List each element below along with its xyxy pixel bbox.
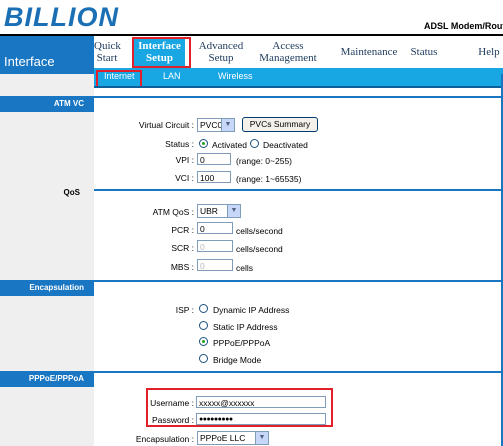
isp-bridge-label: Bridge Mode (213, 355, 262, 365)
nav-status[interactable]: Status (408, 46, 440, 58)
atm-qos-value: UBR (200, 206, 218, 216)
nav-label: Help (478, 46, 500, 58)
nav-label: Start (96, 52, 118, 64)
isp-pppoe-radio[interactable] (199, 337, 208, 346)
section-divider (94, 96, 503, 98)
mbs-unit: cells (236, 263, 254, 273)
isp-static-ip-label: Static IP Address (213, 322, 278, 332)
encapsulation-select[interactable]: PPPoE LLC ▼ (197, 431, 269, 445)
isp-pppoe-label: PPPoE/PPPoA (213, 338, 271, 348)
nav-label: Setup (208, 52, 234, 64)
encapsulation-value: PPPoE LLC (200, 433, 246, 443)
nav-help[interactable]: Help (477, 46, 501, 58)
nav-section-title: Interface (0, 36, 94, 74)
scr-input[interactable]: 0 (197, 240, 233, 252)
mbs-label: MBS : (170, 262, 194, 272)
virtual-circuit-label: Virtual Circuit : (138, 120, 194, 130)
section-divider (94, 189, 503, 191)
mbs-input[interactable]: 0 (197, 259, 233, 271)
status-activated-label: Activated (212, 140, 247, 150)
sidebar-encapsulation: Encapsulation (0, 280, 94, 296)
nav-maintenance[interactable]: Maintenance (336, 46, 402, 58)
virtual-circuit-select[interactable]: PVC0 ▼ (197, 118, 235, 132)
isp-label: ISP : (175, 305, 194, 315)
nav-label: Maintenance (340, 46, 398, 58)
nav-label: Status (410, 46, 438, 58)
section-divider (94, 280, 503, 282)
vpi-label: VPI : (175, 155, 194, 165)
product-name: ADSL Modem/Router (424, 21, 503, 31)
subnav-lan[interactable]: LAN (163, 71, 181, 81)
highlight-credentials (146, 388, 333, 427)
section-divider (94, 371, 503, 373)
subnav-wireless[interactable]: Wireless (218, 71, 253, 81)
atm-qos-select[interactable]: UBR ▼ (197, 204, 241, 218)
atm-qos-label: ATM QoS : (152, 207, 194, 217)
nav-quick-start[interactable]: Quick Start (94, 40, 121, 64)
vci-label: VCI : (175, 173, 194, 183)
status-deactivated-radio[interactable] (250, 139, 259, 148)
scr-label: SCR : (171, 243, 194, 253)
nav-label: Quick (94, 40, 121, 52)
scr-unit: cells/second (236, 244, 283, 254)
chevron-down-icon: ▼ (227, 205, 240, 217)
chevron-down-icon: ▼ (255, 432, 268, 444)
nav-label: Management (259, 52, 317, 64)
vpi-input[interactable]: 0 (197, 153, 231, 165)
isp-bridge-radio[interactable] (199, 354, 208, 363)
isp-dynamic-ip-radio[interactable] (199, 304, 208, 313)
sidebar-atm-vc: ATM VC (0, 96, 94, 112)
isp-static-ip-radio[interactable] (199, 321, 208, 330)
billion-logo: BILLION (4, 2, 119, 32)
status-label: Status : (165, 139, 194, 149)
highlight-interface-setup (132, 37, 191, 68)
pcr-unit: cells/second (236, 226, 283, 236)
vci-input[interactable]: 100 (197, 171, 231, 183)
status-deactivated-label: Deactivated (263, 140, 308, 150)
sidebar: ATM VC QoS Encapsulation PPPoE/PPPoA (0, 74, 94, 446)
nav-access-management[interactable]: Access Management (258, 40, 318, 64)
nav-section-label: Interface (4, 54, 55, 69)
nav-label: Access (272, 40, 304, 52)
encapsulation-label: Encapsulation : (135, 434, 194, 444)
sub-nav: Internet LAN Wireless (94, 68, 503, 86)
isp-dynamic-ip-label: Dynamic IP Address (213, 305, 290, 315)
status-activated-radio[interactable] (199, 139, 208, 148)
sidebar-qos: QoS (63, 188, 80, 197)
nav-label: Advanced (198, 40, 244, 52)
pcr-label: PCR : (171, 225, 194, 235)
virtual-circuit-value: PVC0 (200, 120, 223, 130)
vpi-range-hint: (range: 0~255) (236, 156, 292, 166)
pvcs-summary-button[interactable]: PVCs Summary (242, 117, 318, 132)
pcr-input[interactable]: 0 (197, 222, 233, 234)
nav-advanced-setup[interactable]: Advanced Setup (197, 40, 245, 64)
subnav-divider (94, 86, 503, 88)
sidebar-pppoe: PPPoE/PPPoA (0, 371, 94, 387)
vci-range-hint: (range: 1~65535) (236, 174, 302, 184)
chevron-down-icon: ▼ (221, 119, 234, 131)
